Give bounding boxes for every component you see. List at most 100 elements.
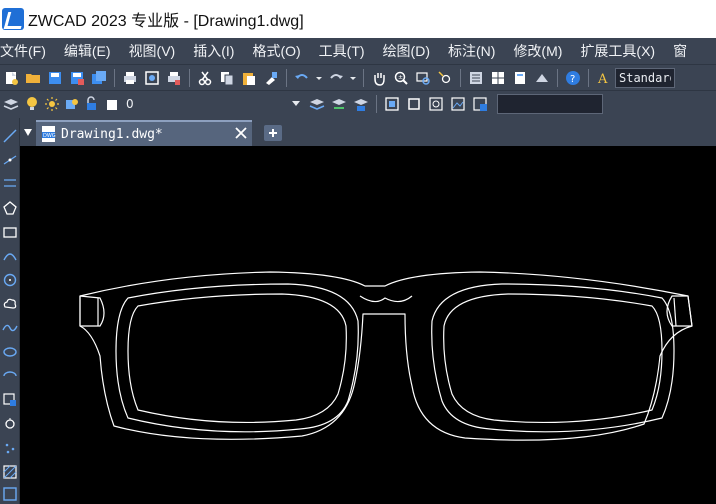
- create-block-icon[interactable]: [427, 95, 445, 113]
- viewport-freeze-icon[interactable]: [63, 95, 81, 113]
- menu-insert[interactable]: 插入(I): [193, 41, 234, 61]
- image-attach-icon[interactable]: [449, 95, 467, 113]
- save-icon[interactable]: [46, 69, 64, 87]
- open-folder-icon[interactable]: [24, 69, 42, 87]
- block-editor-icon[interactable]: [383, 95, 401, 113]
- layer-dropdown[interactable]: 0: [22, 93, 306, 114]
- hatch-icon[interactable]: [2, 464, 18, 480]
- redo-icon[interactable]: [327, 69, 345, 87]
- properties-icon[interactable]: [467, 69, 485, 87]
- construction-line-icon[interactable]: [2, 152, 18, 168]
- triangle-down-icon: [24, 129, 32, 136]
- bridge-upper: [359, 295, 413, 303]
- new-drawing-tab-button[interactable]: [260, 121, 286, 145]
- tab-list-dropdown[interactable]: [20, 118, 36, 146]
- separator: [460, 68, 461, 87]
- undo-icon[interactable]: [293, 69, 311, 87]
- tab-drawing1[interactable]: DWG Drawing1.dwg*: [36, 120, 252, 146]
- save-as-icon[interactable]: [68, 69, 86, 87]
- left-hinge: [79, 295, 105, 327]
- ellipse-icon[interactable]: [2, 344, 18, 360]
- make-current-layer-icon[interactable]: [352, 95, 370, 113]
- dwg-file-icon: DWG: [42, 126, 56, 142]
- layer-states-icon[interactable]: [330, 95, 348, 113]
- paste-icon[interactable]: [240, 69, 258, 87]
- publish-icon[interactable]: [165, 69, 183, 87]
- menu-edit[interactable]: 编辑(E): [64, 41, 111, 61]
- layer-manager-icon[interactable]: [2, 95, 20, 113]
- zoom-previous-icon[interactable]: [436, 69, 454, 87]
- insert-block-icon[interactable]: [405, 95, 423, 113]
- document-tab-bar: DWG Drawing1.dwg*: [20, 118, 716, 146]
- spline-icon[interactable]: [2, 320, 18, 336]
- menu-dimension[interactable]: 标注(N): [448, 41, 495, 61]
- current-layer-name: 0: [126, 96, 134, 111]
- save-all-icon[interactable]: [90, 69, 108, 87]
- insert-block-tool-icon[interactable]: [2, 392, 18, 408]
- drawing-canvas[interactable]: [20, 146, 716, 504]
- rectangle-icon[interactable]: [2, 224, 18, 240]
- tool-palette-icon[interactable]: [511, 69, 529, 87]
- left-lens-inner: [127, 293, 347, 424]
- right-lens-outer: [431, 283, 675, 433]
- polygon-icon[interactable]: [2, 200, 18, 216]
- menu-window[interactable]: 窗: [673, 41, 687, 61]
- layer-toolbar: 0: [0, 90, 716, 116]
- match-properties-icon[interactable]: [262, 69, 280, 87]
- redo-dropdown-icon[interactable]: [349, 69, 357, 87]
- tab-label: Drawing1.dwg*: [61, 126, 163, 142]
- menu-modify[interactable]: 修改(M): [513, 41, 562, 61]
- left-lens-outer: [115, 283, 359, 433]
- zwcad-logo-icon[interactable]: [2, 8, 24, 30]
- markup-icon[interactable]: [533, 69, 551, 87]
- cut-icon[interactable]: [196, 69, 214, 87]
- close-icon[interactable]: [234, 126, 248, 140]
- make-block-icon[interactable]: [2, 416, 18, 432]
- circle-icon[interactable]: [2, 272, 18, 288]
- unlock-icon[interactable]: [83, 95, 101, 113]
- help-icon[interactable]: ?: [564, 69, 582, 87]
- layer-color-swatch[interactable]: [103, 95, 121, 113]
- text-style-input[interactable]: [615, 67, 675, 88]
- svg-text:A: A: [597, 72, 608, 86]
- region-icon[interactable]: [2, 486, 18, 502]
- polyline-icon[interactable]: [2, 176, 18, 192]
- menu-extended-tools[interactable]: 扩展工具(X): [580, 41, 655, 61]
- design-center-icon[interactable]: [489, 69, 507, 87]
- separator: [114, 68, 115, 87]
- menu-tools[interactable]: 工具(T): [319, 41, 365, 61]
- standard-toolbar: ± ? A: [0, 64, 716, 90]
- new-tab-icon: [264, 125, 282, 141]
- right-hinge: [666, 295, 693, 327]
- separator: [189, 68, 190, 87]
- menu-view[interactable]: 视图(V): [129, 41, 176, 61]
- light-bulb-on-icon[interactable]: [23, 95, 41, 113]
- copy-icon[interactable]: [218, 69, 236, 87]
- print-icon[interactable]: [121, 69, 139, 87]
- sun-thaw-icon[interactable]: [43, 95, 61, 113]
- line-icon[interactable]: [2, 128, 18, 144]
- plot-preview-icon[interactable]: [143, 69, 161, 87]
- menu-file[interactable]: 文件(F): [0, 41, 46, 61]
- arc-icon[interactable]: [2, 248, 18, 264]
- revision-cloud-icon[interactable]: [2, 296, 18, 312]
- zoom-realtime-icon[interactable]: ±: [392, 69, 410, 87]
- pan-hand-icon[interactable]: [370, 69, 388, 87]
- color-dropdown[interactable]: [497, 93, 603, 114]
- point-icon[interactable]: [2, 440, 18, 456]
- text-style-icon[interactable]: A: [595, 69, 613, 87]
- draw-toolbar: [0, 118, 20, 504]
- menu-bar: 文件(F) 编辑(E) 视图(V) 插入(I) 格式(O) 工具(T) 绘图(D…: [0, 38, 716, 64]
- separator: [286, 68, 287, 87]
- menu-draw[interactable]: 绘图(D): [383, 41, 430, 61]
- ellipse-arc-icon[interactable]: [2, 368, 18, 384]
- zoom-window-icon[interactable]: [414, 69, 432, 87]
- svg-text:?: ?: [570, 74, 575, 85]
- undo-dropdown-icon[interactable]: [315, 69, 323, 87]
- xref-icon[interactable]: [471, 95, 489, 113]
- title-bar: ZWCAD 2023 专业版 - [Drawing1.dwg]: [0, 0, 716, 38]
- chevron-down-icon[interactable]: [292, 100, 300, 106]
- new-file-icon[interactable]: [2, 69, 20, 87]
- menu-format[interactable]: 格式(O): [252, 41, 300, 61]
- layer-previous-icon[interactable]: [308, 95, 326, 113]
